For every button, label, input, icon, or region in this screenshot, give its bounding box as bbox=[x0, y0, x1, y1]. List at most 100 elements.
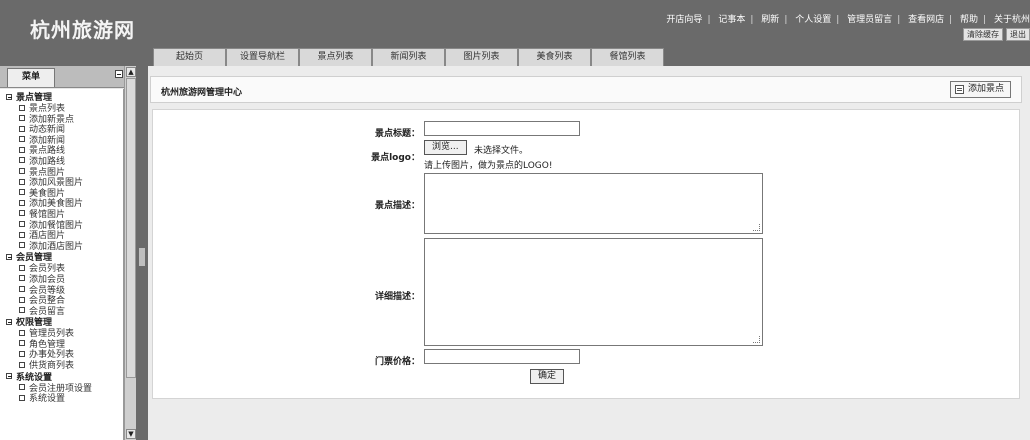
nav-tabs: 起始页 设置导航栏 景点列表 新闻列表 图片列表 美食列表 餐馆列表 bbox=[153, 48, 664, 66]
top-links: 开店向导 | 记事本 | 刷新 | 个人设置 | 管理员留言 | 查看网店 | 帮助 | 关于… bbox=[666, 12, 1030, 25]
menu-item[interactable]: 会员列表 bbox=[6, 264, 123, 275]
menu-item[interactable]: 添加会员 bbox=[6, 275, 123, 286]
splitter-grip-icon[interactable] bbox=[139, 248, 145, 266]
tab-attraction-list[interactable]: 景点列表 bbox=[299, 48, 372, 66]
menu-item-label: 添加风景图片 bbox=[29, 178, 84, 189]
link-notepad[interactable]: 记事本 bbox=[718, 15, 745, 25]
menu-group[interactable]: 景点管理 bbox=[6, 92, 123, 104]
page-icon bbox=[19, 210, 25, 217]
description-textarea[interactable] bbox=[424, 173, 763, 234]
menu-item-label: 添加路线 bbox=[29, 156, 66, 167]
menu-item-label: 系统设置 bbox=[29, 394, 66, 405]
menu-item[interactable]: 美食图片 bbox=[6, 189, 123, 200]
page-icon bbox=[19, 146, 25, 153]
menu-item[interactable]: 景点列表 bbox=[6, 104, 123, 115]
resize-grip-icon[interactable] bbox=[753, 336, 760, 343]
menu-item[interactable]: 办事处列表 bbox=[6, 350, 123, 361]
page-icon bbox=[19, 178, 25, 185]
link-about[interactable]: 关于杭州 bbox=[994, 15, 1030, 25]
page-icon bbox=[19, 350, 25, 357]
menu-item[interactable]: 会员注册项设置 bbox=[6, 384, 123, 395]
title-input[interactable] bbox=[424, 121, 580, 136]
menu-item[interactable]: 餐馆图片 bbox=[6, 210, 123, 221]
menu-item-label: 添加餐馆图片 bbox=[29, 220, 84, 231]
menu-item[interactable]: 角色管理 bbox=[6, 340, 123, 351]
collapse-toggle-icon[interactable] bbox=[6, 93, 12, 100]
top-buttons: 清除缓存 退出 bbox=[960, 28, 1030, 41]
scroll-up-arrow-icon[interactable]: ▲ bbox=[126, 67, 136, 77]
collapse-toggle-icon[interactable] bbox=[6, 318, 12, 325]
menu-item-label: 酒店图片 bbox=[29, 231, 66, 242]
menu-item-label: 景点列表 bbox=[29, 104, 66, 114]
scroll-down-arrow-icon[interactable]: ▼ bbox=[126, 429, 136, 439]
menu-group-label: 权限管理 bbox=[16, 318, 53, 329]
menu-tab[interactable]: 菜单 bbox=[7, 68, 55, 87]
link-refresh[interactable]: 刷新 bbox=[761, 15, 779, 25]
menu-item[interactable]: 管理员列表 bbox=[6, 329, 123, 340]
menu-tree: 景点管理 景点列表 添加新景点 动态新闻 添加新闻 景点路线 添加路线 景点图片 添加风景图片美… bbox=[0, 89, 124, 440]
submit-button[interactable]: 确定 bbox=[530, 369, 565, 384]
logo-label: 景点logo： bbox=[371, 153, 420, 163]
separator: | bbox=[707, 15, 711, 25]
menu-item[interactable]: 景点路线 bbox=[6, 146, 123, 157]
menu-group[interactable]: 会员管理 bbox=[6, 252, 123, 264]
menu-item[interactable]: 添加新景点 bbox=[6, 115, 123, 126]
page-icon bbox=[19, 115, 25, 122]
tab-start-page[interactable]: 起始页 bbox=[153, 48, 226, 66]
separator: | bbox=[949, 15, 953, 25]
link-admin-messages[interactable]: 管理员留言 bbox=[847, 15, 892, 25]
link-personal-settings[interactable]: 个人设置 bbox=[795, 15, 831, 25]
tab-restaurant-list[interactable]: 餐馆列表 bbox=[591, 48, 664, 66]
page-icon bbox=[19, 157, 25, 164]
menu-item[interactable]: 添加餐馆图片 bbox=[6, 221, 123, 232]
menu-group-label: 景点管理 bbox=[16, 93, 53, 103]
menu-group[interactable]: 权限管理 bbox=[6, 317, 123, 329]
price-input[interactable] bbox=[424, 349, 580, 364]
detail-label: 详细描述： bbox=[374, 292, 420, 302]
collapse-icon[interactable] bbox=[115, 70, 123, 78]
menu-item-label: 会员等级 bbox=[29, 285, 66, 296]
add-attraction-label: 添加景点 bbox=[967, 84, 1004, 94]
price-label: 门票价格： bbox=[374, 357, 420, 367]
link-help[interactable]: 帮助 bbox=[960, 15, 978, 25]
menu-item[interactable]: 会员留言 bbox=[6, 307, 123, 318]
resize-grip-icon[interactable] bbox=[753, 224, 760, 231]
tab-food-list[interactable]: 美食列表 bbox=[518, 48, 591, 66]
menu-item[interactable]: 会员等级 bbox=[6, 286, 123, 297]
menu-item[interactable]: 系统设置 bbox=[6, 394, 123, 405]
link-view-shop[interactable]: 查看网店 bbox=[908, 15, 944, 25]
menu-item-label: 管理员列表 bbox=[29, 329, 75, 340]
page-icon bbox=[19, 394, 25, 401]
panel-header: 杭州旅游网管理中心 添加景点 bbox=[150, 76, 1022, 103]
main-panel: 杭州旅游网管理中心 添加景点 景点标题： 景点logo： 浏览... 未选择文件… bbox=[150, 74, 1022, 434]
collapse-toggle-icon[interactable] bbox=[6, 253, 12, 260]
clear-cache-button[interactable]: 清除缓存 bbox=[963, 28, 1003, 41]
menu-item[interactable]: 添加美食图片 bbox=[6, 199, 123, 210]
nav-bar: 起始页 设置导航栏 景点列表 新闻列表 图片列表 美食列表 餐馆列表 bbox=[0, 46, 1030, 66]
sidebar-scrollbar[interactable]: ▲ ▼ bbox=[124, 66, 136, 440]
tab-nav-settings[interactable]: 设置导航栏 bbox=[226, 48, 299, 66]
scroll-thumb[interactable] bbox=[126, 78, 136, 378]
menu-item[interactable]: 动态新闻 bbox=[6, 125, 123, 136]
menu-item[interactable]: 添加酒店图片 bbox=[6, 242, 123, 253]
browse-button[interactable]: 浏览... bbox=[424, 140, 467, 155]
menu-item[interactable]: 添加新闻 bbox=[6, 136, 123, 147]
collapse-toggle-icon[interactable] bbox=[6, 373, 12, 380]
tab-image-list[interactable]: 图片列表 bbox=[445, 48, 518, 66]
detail-textarea[interactable] bbox=[424, 238, 763, 346]
add-attraction-button[interactable]: 添加景点 bbox=[949, 81, 1011, 98]
menu-item[interactable]: 添加路线 bbox=[6, 157, 123, 168]
link-open-shop-wizard[interactable]: 开店向导 bbox=[666, 15, 702, 25]
menu-group[interactable]: 系统设置 bbox=[6, 372, 123, 384]
menu-item[interactable]: 会员整合 bbox=[6, 296, 123, 307]
tab-news-list[interactable]: 新闻列表 bbox=[372, 48, 445, 66]
menu-item[interactable]: 供货商列表 bbox=[6, 361, 123, 372]
menu-item[interactable]: 添加风景图片 bbox=[6, 178, 123, 189]
page-icon bbox=[19, 296, 25, 303]
menu-item-label: 会员注册项设置 bbox=[29, 383, 93, 394]
menu-item[interactable]: 景点图片 bbox=[6, 168, 123, 179]
menu-item[interactable]: 酒店图片 bbox=[6, 231, 123, 242]
logout-button[interactable]: 退出 bbox=[1006, 28, 1030, 41]
sidebar-splitter[interactable] bbox=[136, 66, 148, 440]
page-icon bbox=[19, 275, 25, 282]
